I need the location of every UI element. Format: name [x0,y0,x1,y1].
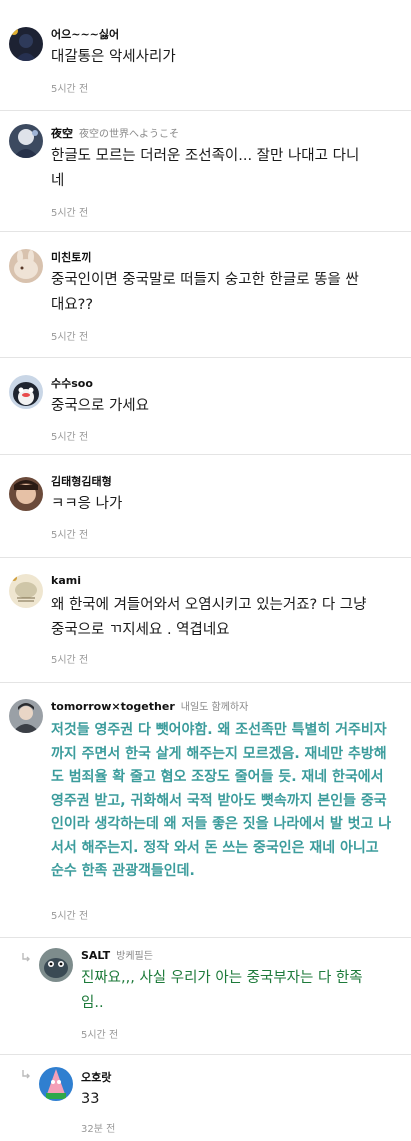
comment-time: 5시간 전 [51,530,89,541]
comment-text: 저것들 영주권 다 뺏어야함. 왜 조선족만 특별히 거주비자 까지 주면서 한… [51,722,392,879]
avatar[interactable] [9,699,43,733]
comment-item: tomorrow×together 내일도 함께하자 저것들 영주권 다 뺏어야함… [0,683,411,938]
comment-time: 5시간 전 [51,911,89,922]
avatar[interactable] [39,1067,73,1101]
comment-author[interactable]: kami [51,574,81,587]
comment-item: 어으~~~싫어 대갈통은 악세사리가 5시간 전 [0,0,411,111]
comment-time: 5시간 전 [51,432,89,443]
avatar-image [9,477,43,511]
reply-text: 진짜요,,, 사실 우리가 아는 중국부자는 다 한족 임.. [81,970,363,1011]
avatar[interactable] [9,124,43,158]
comment-item: 수수soo 중국으로 가세요 5시간 전 [0,358,411,455]
author-tagline: 내일도 함께하자 [180,702,249,713]
avatar-image [9,249,43,283]
reply-author[interactable]: 오호랏 [81,1069,111,1085]
comment-author[interactable]: 수수soo [51,375,93,391]
comment-author[interactable]: 김태형김태형 [51,473,112,489]
avatar[interactable] [9,249,43,283]
avatar-image [9,375,43,409]
avatar[interactable] [9,375,43,409]
reply-time: 5시간 전 [81,1030,119,1041]
avatar-image [39,1067,73,1101]
comment-text: 중국인이면 중국말로 떠들지 숭고한 한글로 똥을 싼 대요?? [51,272,359,313]
avatar[interactable] [9,574,43,608]
comment-text: 중국으로 가세요 [51,398,149,414]
reply-arrow-icon [21,1069,31,1079]
comment-item: 미친토끼 중국인이면 중국말로 떠들지 숭고한 한글로 똥을 싼 대요?? 5시… [0,232,411,358]
comment-author[interactable]: 夜空 夜空の世界へようこそ [51,125,179,141]
author-tagline: 방케필든 [116,951,153,962]
avatar[interactable] [9,27,43,61]
comment-item: kami 왜 한국에 겨들어와서 오염시키고 있는거죠? 다 그냥 중국으로 ㄲ… [0,558,411,683]
comment-author[interactable]: 미친토끼 [51,249,91,265]
avatar-image [9,27,43,61]
avatar-image [39,948,73,982]
reply-item: SALT 방케필든 진짜요,,, 사실 우리가 아는 중국부자는 다 한족 임..… [0,938,411,1055]
author-tagline: 夜空の世界へようこそ [79,129,179,140]
avatar-image [9,574,43,608]
avatar[interactable] [9,477,43,511]
comment-item: 김태형김태형 ㅋㅋ응 나가 5시간 전 [0,455,411,558]
comment-time: 5시간 전 [51,84,89,95]
reply-text: 33 [81,1091,100,1107]
comment-time: 5시간 전 [51,332,89,343]
comment-author[interactable]: tomorrow×together 내일도 함께하자 [51,698,248,713]
comment-text: ㅋㅋ응 나가 [51,496,123,512]
comment-time: 5시간 전 [51,655,89,666]
reply-arrow-icon [21,952,31,962]
avatar-image [9,699,43,733]
comment-text: 대갈통은 악세사리가 [51,49,176,65]
avatar-image [9,124,43,158]
comment-item: 夜空 夜空の世界へようこそ 한글도 모르는 더러운 조선족이... 잘만 나대고 … [0,111,411,232]
comment-text: 한글도 모르는 더러운 조선족이... 잘만 나대고 다니 네 [51,148,360,189]
comment-author[interactable]: 어으~~~싫어 [51,26,119,42]
reply-item: 오호랏 33 32분 전 [0,1055,411,1141]
comment-time: 5시간 전 [51,208,89,219]
comment-text: 왜 한국에 겨들어와서 오염시키고 있는거죠? 다 그냥 중국으로 ㄲ지세요 .… [51,597,367,638]
avatar[interactable] [39,948,73,982]
reply-author[interactable]: SALT 방케필든 [81,947,153,962]
reply-time: 32분 전 [81,1124,116,1135]
